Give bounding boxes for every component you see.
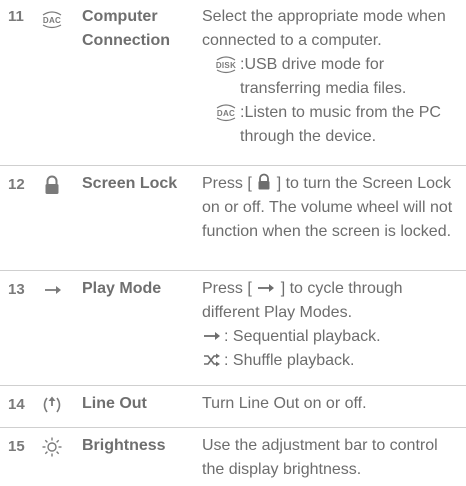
description-prefix: Press [	[202, 175, 252, 192]
sub-item-dac: DAC :Listen to music from the PC through…	[212, 101, 464, 149]
row-number: 11	[8, 8, 24, 25]
row-description: Press [ ] to cycle through different Pla…	[202, 277, 464, 373]
sub-item-text: :Listen to music from the PC through the…	[240, 104, 441, 145]
table-row-computer-connection: 11 DAC Computer Connection Select the ap…	[0, 0, 466, 158]
dac-icon: DAC	[212, 101, 240, 123]
table-row-screen-lock: 12 Screen Lock Press [ ] to turn the Scr…	[0, 166, 466, 266]
sub-item-text: : Sequential playback.	[224, 328, 381, 345]
function-table: 11 DAC Computer Connection Select the ap…	[0, 0, 466, 486]
description-prefix: Press [	[202, 280, 252, 297]
table-row-brightness: 15 Brightness Use the adjustment bar to …	[0, 428, 466, 486]
row-description: Press [ ] to turn the Screen Lock on or …	[202, 172, 464, 244]
sub-item-usb-drive: DISK :USB drive mode for transferring me…	[212, 53, 464, 101]
dac-icon: DAC	[38, 8, 66, 30]
row-name: Screen Lock	[82, 175, 178, 192]
lock-icon	[38, 174, 66, 196]
table-row-play-mode: 13 Play Mode Press [ ] to cycle through …	[0, 271, 466, 383]
row-number: 13	[8, 281, 25, 298]
sequential-arrow-icon	[38, 279, 66, 301]
sequential-arrow-icon	[202, 325, 224, 347]
line-out-icon	[38, 394, 66, 416]
row-number: 14	[8, 396, 25, 413]
row-number: 12	[8, 176, 25, 193]
sub-item-shuffle: : Shuffle playback.	[202, 349, 464, 373]
svg-text:DISK: DISK	[216, 61, 236, 70]
description-text: Select the appropriate mode when connect…	[202, 8, 446, 49]
svg-text:DAC: DAC	[43, 16, 61, 25]
disk-icon: DISK	[212, 53, 240, 75]
row-name: Play Mode	[82, 280, 162, 297]
table-row-line-out: 14 Line Out Turn Line Out on or off.	[0, 386, 466, 424]
brightness-icon	[38, 436, 66, 458]
row-name: Computer Connection	[82, 8, 170, 49]
shuffle-icon	[202, 349, 224, 371]
sequential-arrow-icon	[256, 281, 276, 295]
row-description: Turn Line Out on or off.	[202, 395, 367, 412]
sub-item-sequential: : Sequential playback.	[202, 325, 464, 349]
row-description: Use the adjustment bar to control the di…	[202, 437, 438, 478]
row-description: Select the appropriate mode when connect…	[202, 5, 464, 149]
row-number: 15	[8, 438, 25, 455]
row-name: Line Out	[82, 395, 147, 412]
svg-text:DAC: DAC	[217, 109, 235, 118]
row-name: Brightness	[82, 437, 166, 454]
lock-icon	[256, 173, 272, 190]
sub-item-text: : Shuffle playback.	[224, 352, 355, 369]
sub-item-text: :USB drive mode for transferring media f…	[240, 56, 407, 97]
